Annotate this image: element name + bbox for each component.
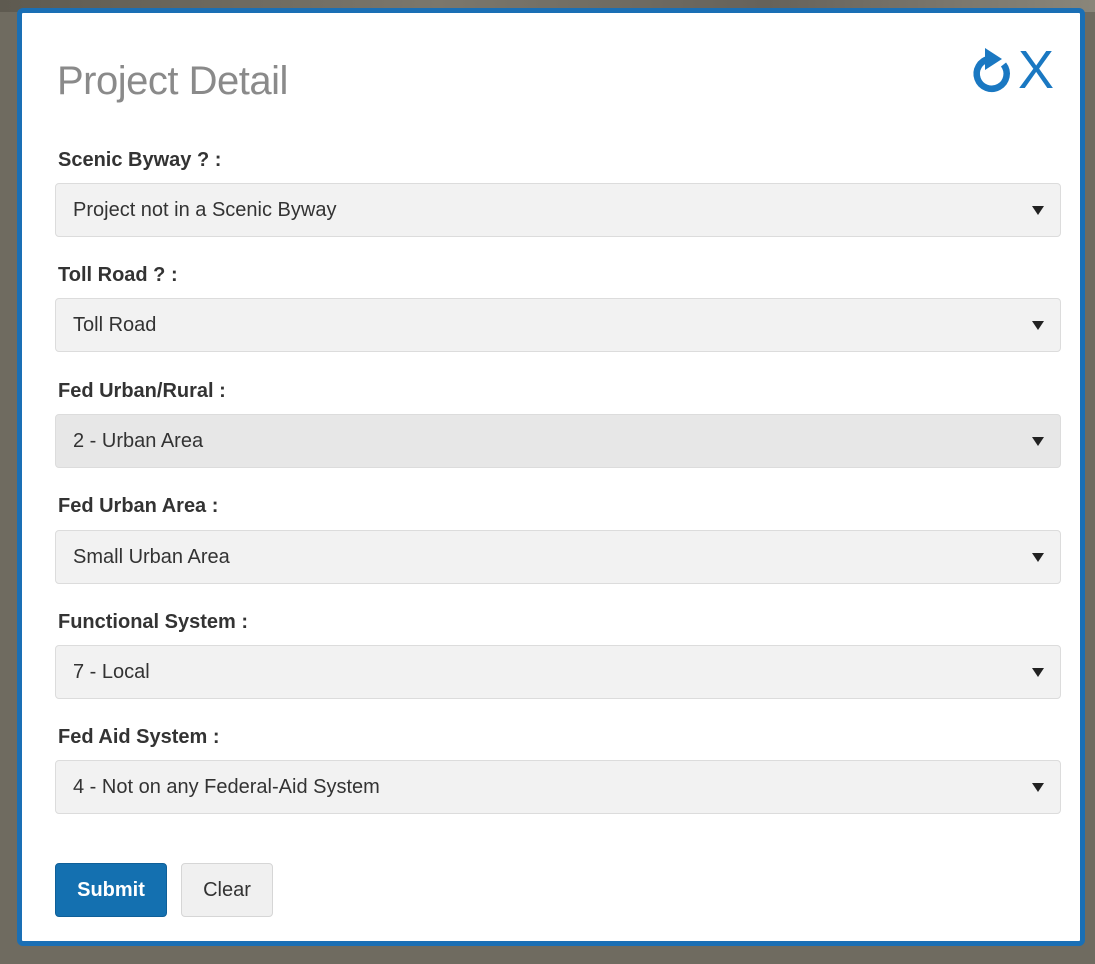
project-detail-dialog: Project Detail X Scenic Byway ? : Projec… (17, 8, 1085, 946)
fed-aid-system-select[interactable]: 4 - Not on any Federal-Aid System (55, 760, 1061, 814)
submit-button[interactable]: Submit (55, 863, 167, 917)
toll-road-select[interactable]: Toll Road (55, 298, 1061, 352)
dialog-title: Project Detail (57, 59, 288, 103)
caret-down-icon (1032, 206, 1044, 215)
scenic-byway-select[interactable]: Project not in a Scenic Byway (55, 183, 1061, 237)
caret-down-icon (1032, 783, 1044, 792)
dialog-header-actions: X (970, 43, 1054, 97)
functional-system-label: Functional System : (58, 611, 249, 633)
caret-down-icon (1032, 553, 1044, 562)
fed-urban-rural-label: Fed Urban/Rural : (58, 380, 226, 402)
fed-urban-rural-select[interactable]: 2 - Urban Area (55, 414, 1061, 468)
fed-aid-system-label: Fed Aid System : (58, 726, 220, 748)
toll-road-label: Toll Road ? : (58, 264, 178, 286)
caret-down-icon (1032, 437, 1044, 446)
fed-urban-area-label: Fed Urban Area : (58, 495, 219, 517)
fed-urban-rural-value: 2 - Urban Area (73, 430, 204, 452)
clear-button[interactable]: Clear (181, 863, 273, 917)
close-icon[interactable]: X (1018, 43, 1054, 97)
scenic-byway-label: Scenic Byway ? : (58, 149, 222, 171)
fed-aid-system-value: 4 - Not on any Federal-Aid System (73, 776, 380, 798)
functional-system-value: 7 - Local (73, 661, 150, 683)
functional-system-select[interactable]: 7 - Local (55, 645, 1061, 699)
toll-road-value: Toll Road (73, 314, 157, 336)
scenic-byway-value: Project not in a Scenic Byway (73, 199, 337, 221)
fed-urban-area-select[interactable]: Small Urban Area (55, 530, 1061, 584)
refresh-icon[interactable] (970, 45, 1016, 95)
fed-urban-area-value: Small Urban Area (73, 546, 230, 568)
caret-down-icon (1032, 321, 1044, 330)
caret-down-icon (1032, 668, 1044, 677)
